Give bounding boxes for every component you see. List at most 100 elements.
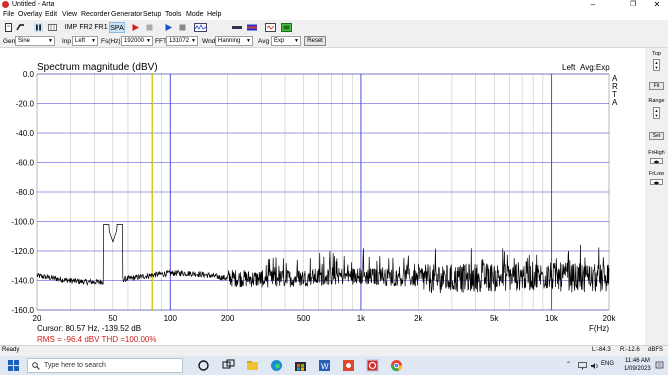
search-icon bbox=[32, 362, 40, 370]
spectrum-chart[interactable]: 0.0 -20.0 -40.0 -60.0 -80.0 -100.0 -120.0 -140.… bbox=[0, 48, 645, 345]
y-axis-labels: 0.0 -20.0 -40.0 -60.0 -80.0 -100.0 -120.0 -140.… bbox=[11, 70, 34, 315]
meter-icon[interactable] bbox=[281, 23, 292, 32]
fft-select[interactable]: 131072 ▼ bbox=[166, 36, 198, 46]
mode-imp-button[interactable]: IMP bbox=[64, 22, 78, 33]
app-red-icon[interactable] bbox=[342, 359, 355, 372]
set-button[interactable]: Set bbox=[649, 132, 664, 140]
clock-date[interactable]: 1/09/2023 bbox=[624, 366, 651, 372]
x-tick-label: 10k bbox=[545, 314, 559, 323]
chart-title: Spectrum magnitude (dBV) bbox=[37, 62, 158, 73]
maximize-button[interactable]: ❐ bbox=[622, 0, 644, 10]
grid-icon[interactable] bbox=[48, 23, 57, 32]
x-axis-labels: 20 50 100 200 500 1k 2k 5k 10k 20k bbox=[33, 314, 617, 323]
range-spinner[interactable]: ▲ ▼ bbox=[653, 107, 660, 119]
taskbar: Type here to search W ⌃ ENG 11:46 AM 1/0… bbox=[0, 356, 668, 375]
stop-blue-icon[interactable] bbox=[178, 23, 187, 32]
windows-start-icon[interactable] bbox=[7, 359, 20, 372]
chevron-down-icon: ▼ bbox=[91, 38, 96, 44]
taskbar-search[interactable]: Type here to search bbox=[27, 358, 183, 373]
calibration-icon[interactable] bbox=[247, 23, 257, 32]
left-level: L:-84.3 bbox=[592, 347, 611, 353]
frlow-spinner[interactable]: ◀▶ bbox=[650, 179, 663, 185]
chevron-down-icon: ▼ bbox=[246, 38, 251, 44]
fs-label: Fs(Hz) bbox=[101, 38, 121, 45]
samplerate-select[interactable]: 192000 ▼ bbox=[121, 36, 153, 46]
spectrum-icon[interactable] bbox=[194, 23, 207, 32]
inp-label: Inp bbox=[62, 38, 72, 45]
notifications-icon[interactable] bbox=[655, 361, 664, 370]
arta-app-icon bbox=[2, 1, 9, 8]
y-tick-label: -100.0 bbox=[11, 218, 34, 227]
menu-overlay[interactable]: Overlay bbox=[18, 11, 42, 18]
control-bar: Gen Sine ▼ Inp Left ▼ Fs(Hz) 192000 ▼ FFT 1… bbox=[0, 35, 668, 48]
chevron-down-icon: ▼ bbox=[191, 38, 196, 44]
record-play-icon[interactable] bbox=[131, 23, 140, 32]
menu-tools[interactable]: Tools bbox=[165, 11, 181, 18]
avg-indicator: Avg:Exp bbox=[580, 63, 610, 72]
mode-fr1-button[interactable]: FR1 bbox=[94, 22, 108, 33]
average-select[interactable]: Exp ▼ bbox=[271, 36, 301, 46]
chevron-down-icon: ▼ bbox=[146, 38, 151, 44]
arta-letter-a2: A bbox=[612, 98, 618, 107]
menu-generator[interactable]: Generator bbox=[111, 11, 143, 18]
volume-icon[interactable] bbox=[590, 362, 599, 370]
close-button[interactable]: ✕ bbox=[646, 0, 668, 10]
store-icon[interactable] bbox=[294, 359, 307, 372]
y-tick-label: 0.0 bbox=[23, 70, 35, 79]
mode-fr2-button[interactable]: FR2 bbox=[79, 22, 93, 33]
stop-icon[interactable] bbox=[145, 23, 154, 32]
play-icon[interactable] bbox=[164, 23, 173, 32]
x-tick-label: 50 bbox=[108, 314, 117, 323]
cable-icon[interactable] bbox=[232, 23, 242, 32]
menu-setup[interactable]: Setup bbox=[143, 11, 161, 18]
generator-select[interactable]: Sine ▼ bbox=[15, 36, 55, 46]
clock-time[interactable]: 11:46 AM bbox=[625, 358, 650, 364]
level-unit: dBFS bbox=[648, 347, 664, 353]
pause-icon[interactable] bbox=[34, 23, 43, 32]
open-file-icon[interactable] bbox=[16, 23, 25, 32]
mode-spa-button[interactable]: SPA bbox=[109, 22, 125, 33]
y-tick-label: -60.0 bbox=[16, 159, 35, 168]
cortana-icon[interactable] bbox=[197, 359, 210, 372]
menu-bar: File Overlay Edit View Recorder Generato… bbox=[0, 10, 668, 20]
toolbar: IMP FR2 FR1 SPA bbox=[0, 20, 668, 35]
x-tick-label: 200 bbox=[221, 314, 235, 323]
top-spinner[interactable]: ▲ ▼ bbox=[653, 59, 660, 71]
menu-help[interactable]: Help bbox=[207, 11, 221, 18]
menu-view[interactable]: View bbox=[62, 11, 77, 18]
menu-mode[interactable]: Mode bbox=[186, 11, 204, 18]
samplerate-value: 192000 bbox=[124, 38, 145, 44]
title-bar: Untitled - Arta – ❐ ✕ bbox=[0, 0, 668, 10]
arta-taskbar-icon[interactable] bbox=[366, 359, 379, 372]
spectrum-plot-area[interactable]: 0.0 -20.0 -40.0 -60.0 -80.0 -100.0 -120.0 -140.… bbox=[0, 48, 645, 345]
task-view-icon[interactable] bbox=[222, 359, 235, 372]
menu-recorder[interactable]: Recorder bbox=[81, 11, 110, 18]
reset-button[interactable]: Reset bbox=[304, 36, 326, 46]
frhigh-spinner[interactable]: ◀▶ bbox=[650, 158, 663, 164]
right-level: R:-12.6 bbox=[620, 347, 640, 353]
word-icon[interactable]: W bbox=[318, 359, 331, 372]
svg-text:W: W bbox=[321, 362, 329, 371]
new-file-icon[interactable] bbox=[4, 23, 13, 32]
file-explorer-icon[interactable] bbox=[246, 359, 259, 372]
window-select[interactable]: Hanning ▼ bbox=[215, 36, 253, 46]
edge-icon[interactable] bbox=[270, 359, 283, 372]
language-indicator[interactable]: ENG bbox=[601, 361, 614, 367]
fit-button[interactable]: Fit bbox=[649, 82, 664, 90]
network-icon[interactable] bbox=[578, 362, 587, 370]
menu-file[interactable]: File bbox=[3, 11, 14, 18]
chrome-icon[interactable] bbox=[390, 359, 403, 372]
x-tick-label: 1k bbox=[357, 314, 366, 323]
x-tick-label: 20 bbox=[33, 314, 42, 323]
scope-icon[interactable] bbox=[265, 23, 276, 32]
minimize-button[interactable]: – bbox=[582, 0, 604, 10]
menu-edit[interactable]: Edit bbox=[45, 11, 57, 18]
window-title: Untitled - Arta bbox=[12, 1, 55, 8]
gen-label: Gen bbox=[3, 38, 16, 45]
tray-chevron-icon[interactable]: ⌃ bbox=[566, 361, 571, 368]
avg-label: Avg bbox=[258, 38, 270, 45]
rms-thd-readout: RMS = -96.4 dBV THD =100.00% bbox=[37, 335, 156, 344]
x-axis-unit: F(Hz) bbox=[589, 324, 609, 333]
search-placeholder: Type here to search bbox=[44, 362, 106, 369]
input-select[interactable]: Left ▼ bbox=[72, 36, 98, 46]
